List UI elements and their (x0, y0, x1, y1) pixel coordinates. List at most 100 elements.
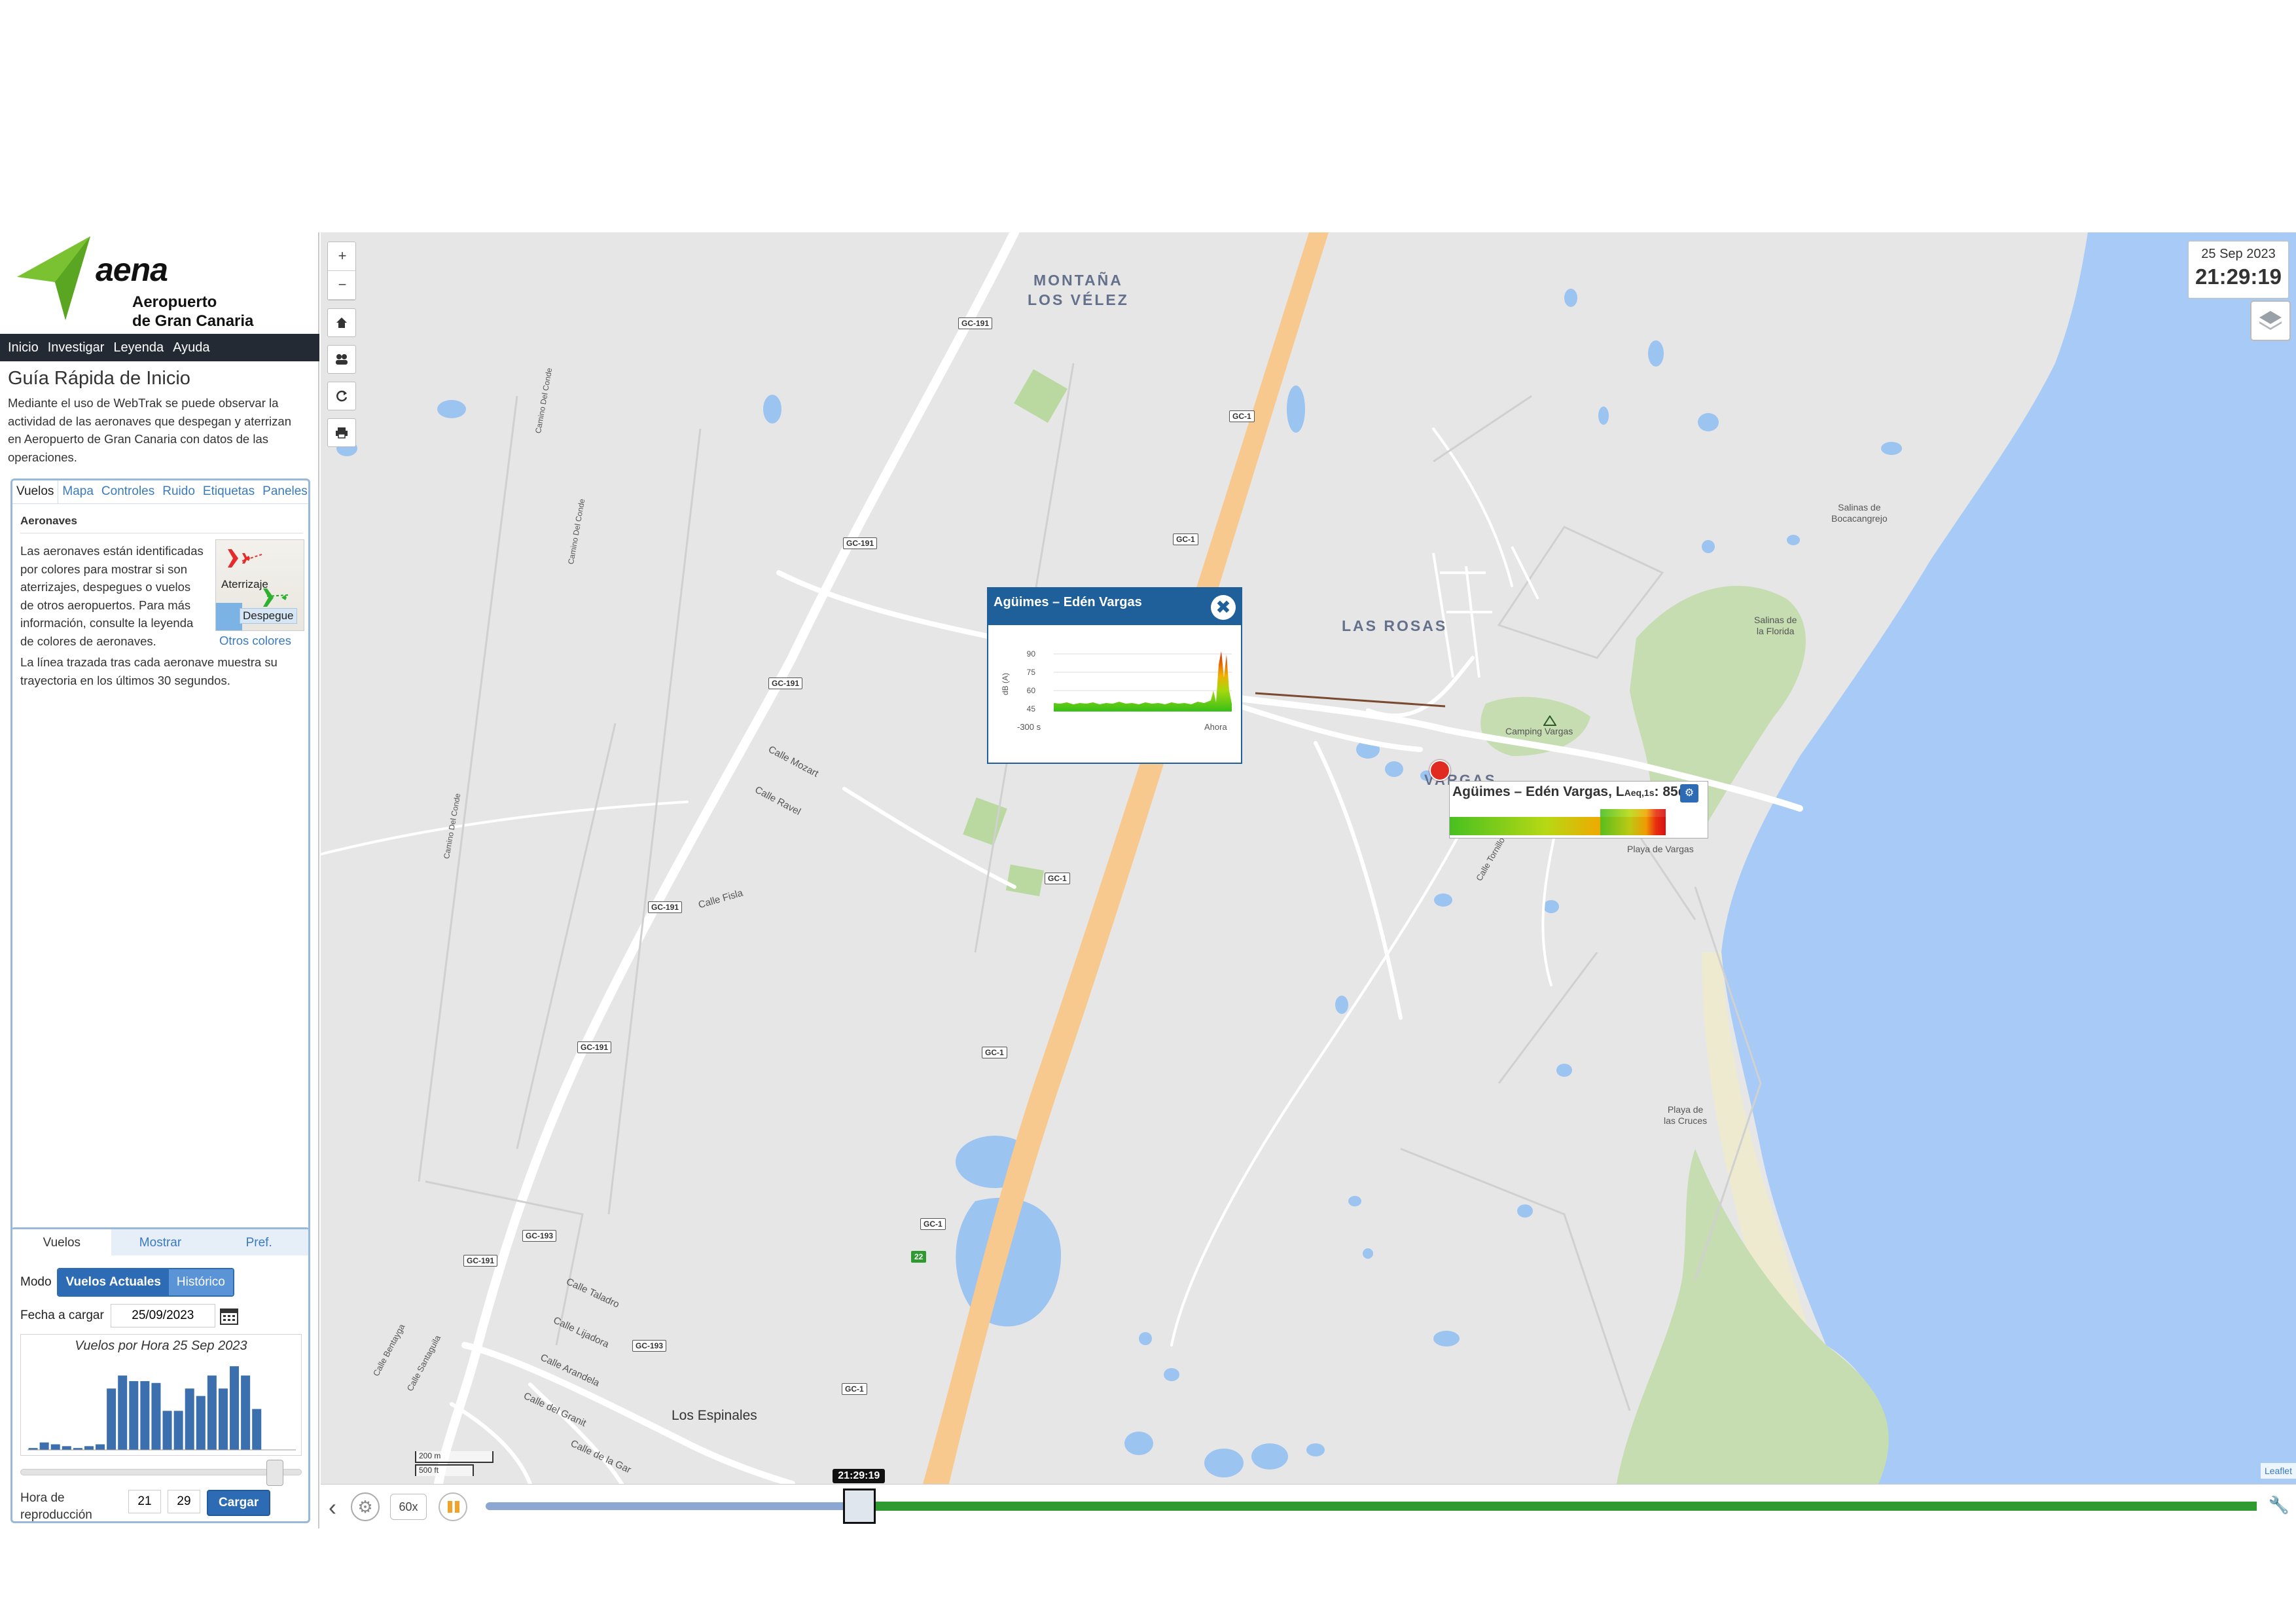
map-attribution[interactable]: Leaflet (2260, 1463, 2296, 1479)
tab-show[interactable]: Mostrar (111, 1229, 210, 1255)
airport-name: Aeropuerto de Gran Canaria (132, 293, 253, 331)
monitor-settings-icon[interactable]: ⚙ (1680, 784, 1698, 803)
nav-leyenda[interactable]: Leyenda (113, 340, 164, 355)
mode-current-button[interactable]: Vuelos Actuales (58, 1269, 169, 1295)
playback-label: Hora de reproducción (20, 1491, 92, 1522)
road-gc1-1: GC-1 (1229, 410, 1255, 422)
highway (923, 232, 1329, 1484)
road-gc191-1: GC-191 (958, 317, 993, 329)
park-4 (1014, 369, 1067, 423)
clock-date: 25 Sep 2023 (2201, 247, 2276, 261)
mode-row: Modo Vuelos Actuales Histórico (20, 1267, 234, 1297)
label-los-espinales: Los Espinales (672, 1408, 757, 1423)
refresh-button[interactable] (327, 382, 356, 410)
timeline-handle[interactable] (843, 1489, 876, 1524)
arrival-plane-icon (221, 549, 250, 568)
layers-icon (2259, 311, 2282, 330)
nav-ayuda[interactable]: Ayuda (173, 340, 209, 355)
playback-row: Hora de reproducción Cargar (20, 1490, 271, 1524)
chevron-left-icon[interactable]: ‹ (329, 1494, 336, 1521)
date-row: Fecha a cargar (20, 1304, 239, 1327)
tab-flights[interactable]: Vuelos (12, 1229, 111, 1255)
road-gc191-4: GC-191 (648, 901, 683, 913)
timeline-played-track[interactable] (486, 1502, 858, 1510)
timeline-tooltip: 21:29:19 (833, 1469, 886, 1483)
tab-ruido[interactable]: Ruido (158, 480, 199, 503)
refresh-icon (336, 390, 348, 402)
close-icon[interactable]: ✖ (1211, 595, 1236, 620)
other-colors-link[interactable]: Otros colores (219, 634, 291, 648)
section-title: Aeronaves (20, 514, 303, 533)
layers-button[interactable] (2250, 300, 2291, 341)
histogram-bar-11 (151, 1382, 161, 1450)
road-gc191-5: GC-191 (577, 1041, 612, 1053)
playback-speed-button[interactable]: 60x (390, 1494, 427, 1520)
tab-mapa[interactable]: Mapa (58, 480, 98, 503)
histogram-bar-14 (185, 1388, 194, 1450)
home-button[interactable] (327, 308, 356, 337)
settings-gear-icon[interactable]: ⚙ (351, 1492, 380, 1521)
guide-title: Guía Rápida de Inicio (8, 368, 190, 389)
histogram-bar-17 (218, 1388, 228, 1450)
histogram-bar-18 (230, 1366, 240, 1450)
calendar-icon[interactable] (219, 1306, 239, 1326)
road-gc1-3: GC-1 (1045, 873, 1070, 884)
histogram-bar-5 (84, 1446, 94, 1450)
group-button[interactable] (327, 345, 356, 374)
tab-vuelos[interactable]: Vuelos (12, 480, 59, 503)
print-button[interactable] (327, 418, 356, 447)
wrench-icon[interactable]: 🔧 (2269, 1495, 2289, 1515)
date-input[interactable] (110, 1304, 215, 1327)
road-gc193-1: GC-193 (522, 1230, 557, 1242)
monitor-name: Agüimes – Edén Vargas, L (1452, 784, 1624, 799)
noise-trace (1054, 651, 1232, 712)
y-axis-label: dB (A) (1001, 673, 1010, 695)
road-gc1-4: GC-1 (982, 1047, 1007, 1058)
nav-investigar[interactable]: Investigar (48, 340, 105, 355)
date-label: Fecha a cargar (20, 1308, 104, 1322)
label-montana: MONTAÑA LOS VÉLEZ (1028, 272, 1129, 308)
map-controls: + − (327, 242, 356, 455)
nav-inicio[interactable]: Inicio (8, 340, 39, 355)
histogram-bar-3 (62, 1446, 71, 1450)
boundaries (418, 363, 1762, 1411)
zoom-out-button[interactable]: − (328, 271, 355, 300)
guide-body: Aeronaves Las aeronaves están identifica… (20, 514, 304, 687)
tab-etiquetas[interactable]: Etiquetas (199, 480, 259, 503)
load-button[interactable]: Cargar (207, 1490, 271, 1516)
map-scale: 200 m 500 ft (415, 1451, 493, 1477)
airport-line-2: de Gran Canaria (132, 312, 254, 330)
road-gc1-5: GC-1 (920, 1218, 946, 1230)
aircraft-text: Las aeronaves están identificadas por co… (20, 544, 204, 648)
label-las-rosas: LAS ROSAS (1342, 617, 1448, 634)
noise-monitor-marker[interactable] (1429, 760, 1450, 781)
chart-title: Vuelos por Hora 25 Sep 2023 (75, 1339, 247, 1353)
histogram-bar-9 (129, 1380, 139, 1450)
histogram-bar-2 (50, 1444, 60, 1450)
park-5 (1005, 864, 1045, 897)
time-slider-handle[interactable] (266, 1460, 283, 1486)
road-gc191-3: GC-191 (768, 677, 803, 689)
map[interactable]: MONTAÑA LOS VÉLEZ LAS ROSAS VARGAS Los E… (321, 232, 2296, 1484)
label-camping: Camping Vargas (1505, 726, 1573, 736)
tab-prefs[interactable]: Pref. (209, 1229, 309, 1255)
minute-input[interactable] (168, 1490, 200, 1513)
time-slider-track[interactable] (20, 1469, 302, 1475)
hour-input[interactable] (128, 1490, 161, 1513)
noise-monitor-label[interactable]: Agüimes – Edén Vargas, LAeq,1s: 85dB ⚙ (1449, 781, 1708, 839)
top-nav: Inicio Investigar Leyenda Ayuda (0, 334, 319, 361)
histogram-bar-15 (196, 1396, 206, 1450)
label-salinas-bocacangrejo: Salinas de Bocacangrejo (1831, 502, 1888, 524)
zoom-in-button[interactable]: + (328, 242, 355, 271)
pause-button[interactable] (439, 1492, 467, 1521)
flights-tabs: Vuelos Mostrar Pref. (12, 1229, 309, 1255)
arrival-label: Aterrizaje (221, 578, 268, 590)
road-gc193-2: GC-193 (632, 1340, 667, 1352)
timeline-data-track[interactable] (870, 1502, 2257, 1511)
tab-controles[interactable]: Controles (98, 480, 158, 503)
label-salinas-florida: Salinas de la Florida (1754, 615, 1797, 636)
mode-history-button[interactable]: Histórico (168, 1269, 233, 1295)
playback-timeline: ‹ ⚙ 60x 21:29:19 🔧 (321, 1469, 2296, 1528)
tab-paneles[interactable]: Paneles (259, 480, 308, 503)
road-gc191-6: GC-191 (463, 1255, 498, 1267)
